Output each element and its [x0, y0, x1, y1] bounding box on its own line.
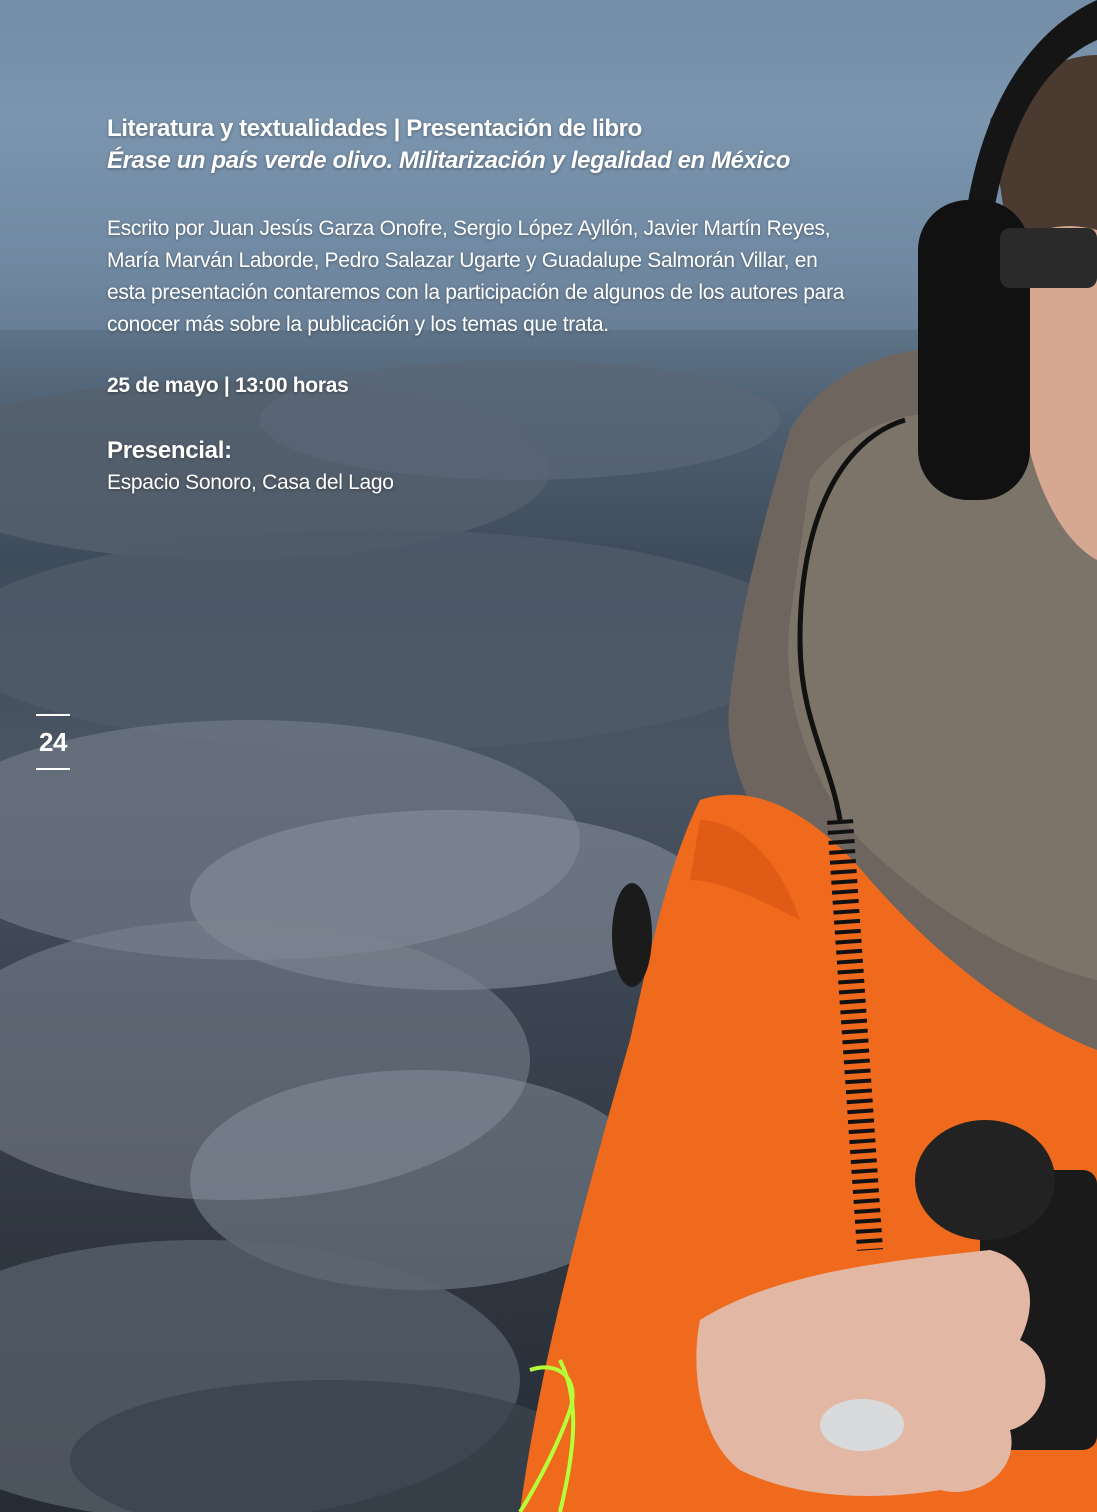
event-schedule: 25 de mayo | 13:00 horas — [107, 374, 349, 397]
ring — [820, 1399, 904, 1451]
knob — [612, 883, 652, 987]
event-info: Literatura y textualidades | Presentació… — [107, 112, 867, 499]
page-number: 24 — [36, 714, 70, 770]
venue-name: Espacio Sonoro, Casa del Lago — [107, 471, 394, 494]
venue-heading: Presencial: — [107, 437, 232, 464]
event-description: Escrito por Juan Jesús Garza Onofre, Ser… — [107, 217, 845, 336]
page-rule-bottom — [36, 768, 70, 770]
book-title: Érase un país verde olivo. Militarizació… — [107, 147, 791, 174]
page-number-label: 24 — [39, 727, 67, 757]
rock — [0, 530, 810, 750]
event-kicker: Literatura y textualidades | Presentació… — [107, 115, 642, 142]
